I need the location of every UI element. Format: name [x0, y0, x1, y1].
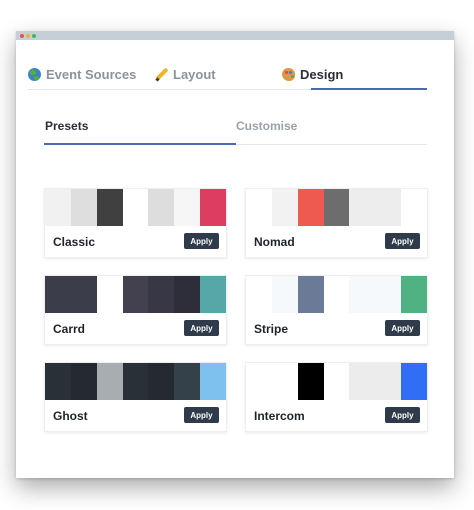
color-swatch: [349, 189, 376, 226]
preset-card-carrd[interactable]: Carrd Apply: [44, 275, 227, 345]
color-swatch: [323, 189, 350, 226]
window-titlebar: [16, 31, 454, 40]
apply-button[interactable]: Apply: [184, 233, 219, 249]
color-swatch: [246, 276, 272, 313]
palette-icon: [282, 67, 295, 81]
color-swatch: [401, 276, 428, 313]
color-swatches: [246, 189, 428, 226]
color-swatch: [122, 363, 149, 400]
color-swatch: [246, 363, 272, 400]
color-swatch: [70, 363, 97, 400]
apply-button[interactable]: Apply: [184, 407, 219, 423]
tab-layout[interactable]: Layout: [155, 63, 216, 85]
active-subtab-indicator: [44, 143, 236, 145]
color-swatch: [96, 276, 123, 313]
color-swatch: [375, 189, 402, 226]
close-window-dot[interactable]: [20, 34, 24, 38]
apply-button[interactable]: Apply: [184, 320, 219, 336]
color-swatch: [200, 189, 227, 226]
color-swatch: [174, 189, 201, 226]
color-swatch: [96, 363, 123, 400]
color-swatch: [271, 276, 298, 313]
tab-layout-label: Layout: [173, 66, 216, 82]
color-swatch: [349, 276, 376, 313]
color-swatch: [297, 363, 324, 400]
color-swatches: [45, 276, 227, 313]
active-tab-indicator: [311, 88, 427, 90]
color-swatches: [45, 363, 227, 400]
color-swatch: [297, 189, 324, 226]
apply-button[interactable]: Apply: [385, 407, 420, 423]
globe-icon: [28, 67, 41, 81]
tab-design-label: Design: [300, 66, 344, 82]
color-swatch: [148, 189, 175, 226]
main-tabs: Event Sources Layout Design: [28, 57, 427, 90]
color-swatch: [375, 276, 402, 313]
color-swatch: [45, 189, 71, 226]
color-swatch: [70, 189, 97, 226]
preset-card-intercom[interactable]: Intercom Apply: [245, 362, 428, 432]
tab-event-sources[interactable]: Event Sources: [28, 63, 136, 85]
color-swatch: [246, 189, 272, 226]
preset-card-classic[interactable]: Classic Apply: [44, 188, 227, 258]
maximize-window-dot[interactable]: [32, 34, 36, 38]
color-swatch: [271, 363, 298, 400]
preset-name: Nomad: [254, 235, 295, 249]
color-swatch: [122, 276, 149, 313]
apply-button[interactable]: Apply: [385, 320, 420, 336]
color-swatch: [148, 363, 175, 400]
pencil-icon: [155, 68, 168, 81]
color-swatch: [271, 189, 298, 226]
preset-card-ghost[interactable]: Ghost Apply: [44, 362, 227, 432]
color-swatch: [323, 276, 350, 313]
color-swatch: [96, 189, 123, 226]
color-swatch: [45, 363, 71, 400]
color-swatches: [246, 276, 428, 313]
color-swatches: [45, 189, 227, 226]
color-swatch: [70, 276, 97, 313]
preset-name: Classic: [53, 235, 96, 249]
preset-name: Carrd: [53, 322, 86, 336]
color-swatches: [246, 363, 428, 400]
color-swatch: [323, 363, 350, 400]
preset-name: Stripe: [254, 322, 289, 336]
subtab-presets[interactable]: Presets: [45, 119, 88, 133]
preset-card-nomad[interactable]: Nomad Apply: [245, 188, 428, 258]
minimize-window-dot[interactable]: [26, 34, 30, 38]
preset-name: Ghost: [53, 409, 88, 423]
design-subtabs: Presets Customise: [44, 112, 427, 145]
tab-event-sources-label: Event Sources: [46, 66, 137, 82]
color-swatch: [45, 276, 71, 313]
color-swatch: [200, 363, 227, 400]
preset-name: Intercom: [254, 409, 305, 423]
color-swatch: [174, 276, 201, 313]
color-swatch: [375, 363, 402, 400]
color-swatch: [148, 276, 175, 313]
color-swatch: [200, 276, 227, 313]
color-swatch: [349, 363, 376, 400]
preset-card-stripe[interactable]: Stripe Apply: [245, 275, 428, 345]
color-swatch: [401, 363, 428, 400]
apply-button[interactable]: Apply: [385, 233, 420, 249]
color-swatch: [401, 189, 428, 226]
color-swatch: [174, 363, 201, 400]
subtab-customise[interactable]: Customise: [236, 119, 297, 133]
color-swatch: [297, 276, 324, 313]
tab-design[interactable]: Design: [282, 63, 343, 85]
color-swatch: [122, 189, 149, 226]
